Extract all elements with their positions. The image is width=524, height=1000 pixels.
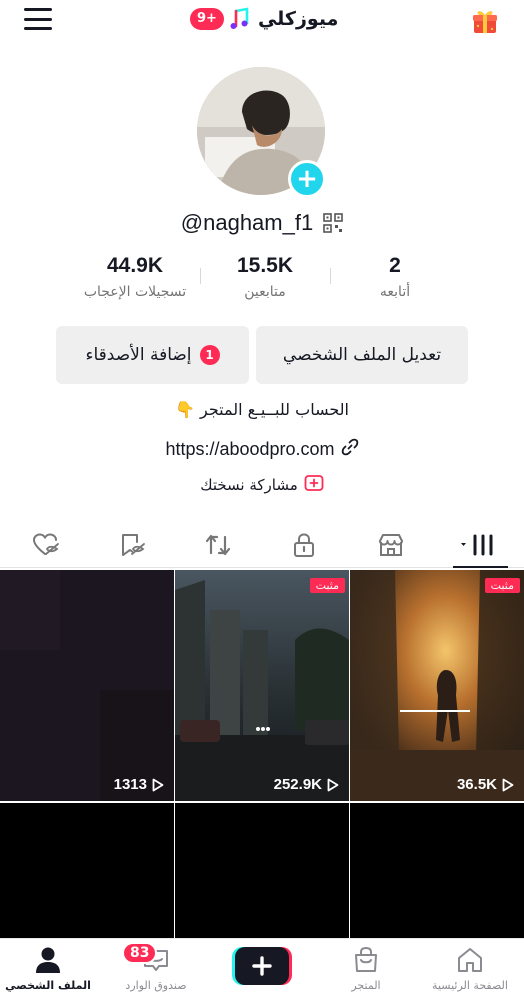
link-icon	[341, 438, 359, 460]
nav-inbox-label: صندوق الوارد	[125, 979, 187, 992]
likes-count: 44.9K	[106, 254, 164, 277]
hidden-heart-icon	[32, 533, 59, 555]
followers-label: متابعين	[244, 284, 286, 300]
home-icon	[458, 948, 482, 972]
profile-link[interactable]: https://aboodpro.com	[0, 438, 524, 460]
video-thumbnail[interactable]	[175, 803, 349, 940]
video-thumbnail[interactable]	[0, 803, 174, 940]
gift-icon[interactable]	[470, 6, 500, 36]
following-count: 2	[389, 254, 401, 277]
link-text: https://aboodpro.com	[165, 438, 335, 459]
tab-private[interactable]	[284, 530, 324, 560]
bottom-nav: الملف الشخصي صندوق الوارد المتجر الصفحة …	[0, 938, 524, 1000]
view-count: 36.5K	[457, 776, 514, 793]
inbox-badge: 83	[122, 942, 158, 964]
username-row: @nagham_f1	[0, 208, 524, 238]
nav-home-label: الصفحة الرئيسية	[432, 979, 508, 992]
content-tabs	[0, 522, 524, 568]
friends-badge: 1	[199, 345, 220, 365]
edit-profile-button[interactable]: تعديل الملف الشخصي	[256, 326, 468, 384]
edit-profile-label: تعديل الملف الشخصي	[282, 345, 442, 365]
share-copy-label: مشاركة نسختك	[200, 476, 298, 494]
view-count-text: 1313	[113, 776, 147, 793]
profile-stats: 44.9K تسجيلات الإعجاب 15.5K متابعين 2 أت…	[70, 254, 460, 310]
add-friends-button[interactable]: إضافة الأصدقاء 1	[56, 326, 249, 384]
music-note-icon	[228, 6, 254, 32]
tab-reposts[interactable]	[198, 530, 238, 560]
play-icon	[502, 778, 514, 791]
play-icon	[152, 778, 164, 791]
tab-shop[interactable]	[371, 530, 411, 560]
pinned-badge: مثبت	[309, 578, 345, 593]
bio: الحساب للبــيـع المتجر 👇	[175, 400, 349, 419]
add-square-icon	[304, 474, 324, 496]
lock-icon	[294, 533, 314, 557]
active-tab-indicator	[453, 566, 508, 568]
view-count-text: 252.9K	[273, 776, 322, 793]
pinned-badge: مثبت	[484, 578, 520, 593]
stat-followers[interactable]: 15.5K متابعين	[200, 254, 330, 310]
likes-label: تسجيلات الإعجاب	[83, 284, 187, 300]
add-friends-label: إضافة الأصدقاء	[85, 345, 192, 365]
nav-shop-label: المتجر	[351, 979, 381, 992]
nav-home[interactable]: الصفحة الرئيسية	[422, 945, 518, 992]
play-icon	[327, 778, 339, 791]
video-thumbnail[interactable]: مثبت 252.9K	[175, 570, 349, 801]
video-thumbnail[interactable]: 1313	[0, 570, 174, 801]
account-switcher[interactable]: 9+ ميوزكلي	[190, 4, 340, 34]
nav-shop[interactable]: المتجر	[318, 945, 414, 992]
shopping-bag-icon	[355, 946, 377, 972]
share-copy-button[interactable]: مشاركة نسختك	[0, 474, 524, 496]
top-bar: 9+ ميوزكلي	[0, 0, 524, 40]
hidden-bookmark-icon	[122, 534, 145, 556]
account-name: ميوزكلي	[257, 8, 339, 30]
person-icon	[36, 947, 60, 973]
notification-badge: 9+	[190, 8, 224, 30]
tab-favorites[interactable]	[112, 530, 152, 560]
tab-videos[interactable]	[458, 530, 504, 560]
video-thumbnail[interactable]	[350, 803, 524, 940]
create-button[interactable]	[232, 947, 292, 985]
view-count: 252.9K	[274, 776, 339, 793]
menu-icon[interactable]	[24, 8, 52, 30]
repost-icon	[205, 534, 231, 556]
stat-likes[interactable]: 44.9K تسجيلات الإعجاب	[70, 254, 200, 310]
tab-liked[interactable]	[26, 530, 66, 560]
video-thumbnail[interactable]: مثبت 36.5K	[350, 570, 524, 801]
nav-profile-label: الملف الشخصي	[5, 979, 91, 992]
storefront-icon	[379, 534, 403, 556]
stat-following[interactable]: 2 أتابعه	[330, 254, 460, 310]
view-count: 1313	[114, 776, 164, 793]
username[interactable]: @nagham_f1	[181, 210, 313, 236]
view-count-text: 36.5K	[456, 776, 497, 793]
grid-videos-icon	[461, 534, 493, 556]
video-grid: 1313 مثبت 252.9K مثبت 36.5K	[0, 570, 524, 940]
following-label: أتابعه	[379, 284, 411, 300]
plus-icon	[232, 947, 292, 985]
add-avatar-button[interactable]: +	[288, 160, 326, 198]
nav-profile[interactable]: الملف الشخصي	[0, 945, 96, 992]
qr-code-icon[interactable]	[323, 213, 344, 233]
followers-count: 15.5K	[236, 254, 294, 277]
